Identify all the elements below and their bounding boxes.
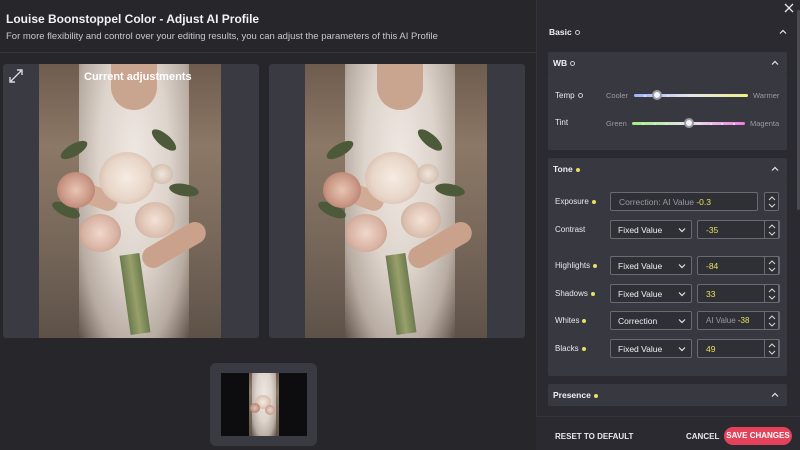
slider-tick [678, 94, 681, 97]
wb-section-header[interactable]: WB [548, 52, 787, 74]
tint-slider-handle[interactable] [683, 118, 694, 128]
chevron-down-icon [678, 264, 686, 269]
chevron-down-icon [678, 228, 686, 233]
tint-min-label: Green [606, 119, 627, 128]
slider-tick [735, 94, 738, 97]
expand-icon[interactable] [8, 68, 24, 84]
highlights-stepper[interactable] [764, 256, 779, 275]
contrast-stepper[interactable] [764, 220, 779, 239]
exposure-label: Exposure [555, 197, 596, 206]
whites-label: Whites [555, 316, 587, 325]
contrast-label: Contrast [555, 225, 586, 234]
shadows-mode-select[interactable]: Fixed Value [610, 284, 692, 303]
adjusted-preview-photo [305, 64, 487, 338]
presence-label: Presence [553, 390, 591, 400]
status-dot [593, 393, 598, 398]
wb-section-body [548, 74, 787, 150]
close-icon[interactable] [783, 2, 795, 14]
slider-tick [732, 122, 735, 125]
preview-area: Louise Boonstoppel Color - Adjust AI Pro… [0, 0, 536, 450]
footer-bar: RESET TO DEFAULT CANCEL SAVE CHANGES [536, 416, 800, 450]
thumbnail-strip [210, 363, 317, 446]
wb-label: WB [553, 58, 568, 68]
chevron-down-icon [678, 347, 686, 352]
save-changes-button[interactable]: SAVE CHANGES [724, 427, 792, 445]
shadows-stepper[interactable] [764, 284, 779, 303]
slider-tick [644, 94, 647, 97]
chevron-up-icon [779, 29, 787, 34]
status-dot [574, 30, 580, 36]
basic-label: Basic [549, 27, 572, 37]
slider-tick [712, 94, 715, 97]
blacks-label: Blacks [555, 344, 586, 353]
temp-label: Temp [555, 91, 583, 100]
temp-slider-handle[interactable] [651, 90, 662, 100]
tint-max-label: Magenta [750, 119, 780, 128]
reset-to-default-button[interactable]: RESET TO DEFAULT [555, 432, 633, 441]
slider-tick [653, 122, 656, 125]
exposure-stepper[interactable] [764, 192, 779, 211]
presence-section-header[interactable]: Presence [548, 384, 787, 406]
chevron-down-icon [678, 292, 686, 297]
highlights-label: Highlights [555, 261, 598, 270]
page-title: Louise Boonstoppel Color - Adjust AI Pro… [6, 12, 260, 26]
contrast-mode-select[interactable]: Fixed Value [610, 220, 692, 239]
chevron-up-icon [771, 60, 779, 65]
slider-tick [664, 122, 667, 125]
thumbnail[interactable] [221, 373, 307, 436]
exposure-input[interactable]: Correction: AI Value -0.3 [610, 192, 758, 211]
chevron-up-icon [771, 392, 779, 397]
adjusted-preview-panel [269, 64, 525, 338]
status-dot [570, 61, 576, 67]
slider-tick [642, 122, 645, 125]
slider-tick [698, 122, 701, 125]
slider-tick [710, 122, 713, 125]
whites-stepper[interactable] [764, 311, 779, 330]
temp-max-label: Warmer [753, 91, 780, 100]
chevron-down-icon [678, 319, 686, 324]
temp-min-label: Cooler [606, 91, 629, 100]
current-adjustments-label: Current adjustments [84, 71, 192, 83]
slider-tick [690, 94, 692, 97]
current-preview-panel [3, 64, 259, 338]
slider-tick [701, 94, 704, 97]
current-preview-photo [39, 64, 221, 338]
tint-label: Tint [555, 118, 569, 127]
page-subtitle: For more flexibility and control over yo… [6, 31, 438, 42]
blacks-stepper[interactable] [764, 339, 779, 358]
divider [0, 52, 536, 53]
slider-tick [724, 94, 727, 97]
tone-label: Tone [553, 164, 573, 174]
shadows-label: Shadows [555, 289, 595, 298]
highlights-mode-select[interactable]: Fixed Value [610, 256, 692, 275]
slider-tick [667, 94, 670, 97]
chevron-up-icon [771, 166, 779, 171]
cancel-button[interactable]: CANCEL [686, 432, 719, 441]
slider-tick [676, 122, 679, 125]
tone-section-header[interactable]: Tone [548, 158, 787, 180]
basic-section-header[interactable]: Basic [549, 24, 788, 40]
status-dot [575, 167, 580, 172]
slider-tick [721, 122, 724, 125]
whites-mode-select[interactable]: Correction [610, 311, 692, 330]
blacks-mode-select[interactable]: Fixed Value [610, 339, 692, 358]
